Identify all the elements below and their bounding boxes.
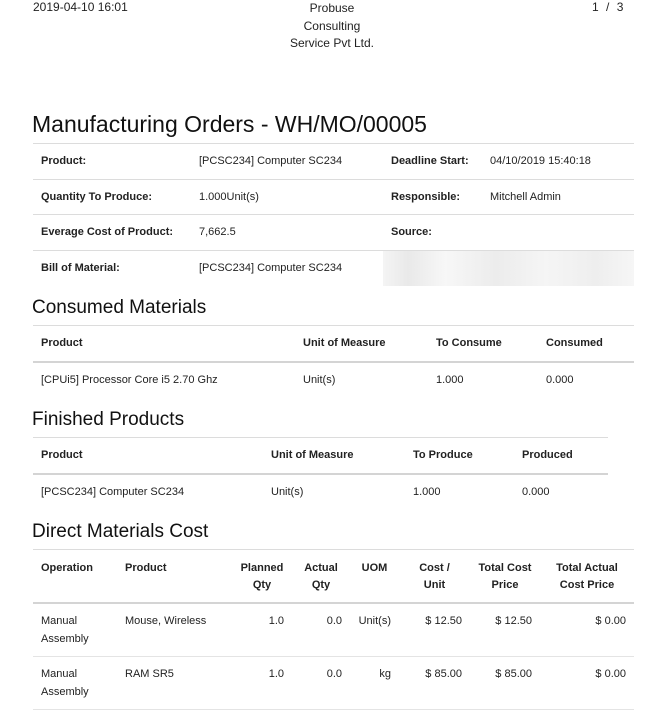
column-header: Unit of Measure xyxy=(295,325,428,363)
info-row: Quantity To Produce: 1.000Unit(s) Respon… xyxy=(33,179,634,215)
info-row: Everage Cost of Product: 7,662.5 Source: xyxy=(33,214,634,251)
cell-total-cost: $ 85.00 xyxy=(470,656,540,710)
cell-to-consume: 1.000 xyxy=(436,374,464,386)
consumed-section-title: Consumed Materials xyxy=(32,297,207,318)
header-line: Cost / xyxy=(419,562,450,574)
cell-consumed: 0.000 xyxy=(546,374,574,386)
product-value: [PCSC234] Computer SC234 xyxy=(199,155,343,167)
column-header: Consumed xyxy=(538,325,634,363)
column-header: Product xyxy=(33,325,295,363)
direct-cost-table: Operation Product Planned Qty Actual Qty U… xyxy=(33,549,634,710)
column-header-uom: UOM xyxy=(350,549,399,604)
page-separator: / xyxy=(606,0,610,14)
header-line: Total Cost xyxy=(478,562,532,574)
responsible-value: Mitchell Admin xyxy=(490,190,561,203)
header-line: Actual xyxy=(304,562,338,574)
cell-product: [PCSC234] Computer SC234 xyxy=(41,486,185,498)
operation-line: Assembly xyxy=(41,685,89,698)
print-datetime: 2019-04-10 16:01 xyxy=(33,0,128,14)
info-row: Product: [PCSC234] Computer SC234 Deadli… xyxy=(33,143,634,180)
table-header-row: Product Unit of Measure To Produce Produ… xyxy=(33,437,608,475)
table-row: [PCSC234] Computer SC234 Unit(s) 1.000 0… xyxy=(33,474,608,510)
cell-planned-qty: 1.0 xyxy=(232,603,292,657)
cell-uom: Unit(s) xyxy=(350,603,399,657)
cell-product: RAM SR5 xyxy=(117,656,232,710)
cell-operation: Manual Assembly xyxy=(33,603,117,657)
quantity-value: 1.000Unit(s) xyxy=(199,190,259,203)
cell-product: Mouse, Wireless xyxy=(117,603,232,657)
header-line: Unit xyxy=(423,579,446,591)
company-name-line: Probuse xyxy=(309,1,355,15)
source-value xyxy=(490,215,634,251)
column-header: Product xyxy=(33,437,263,475)
table-header-row: Operation Product Planned Qty Actual Qty U… xyxy=(33,549,634,604)
column-header-product: Product xyxy=(117,549,232,604)
column-header-total-cost: Total Cost Price xyxy=(470,549,540,604)
cost-value: 7,662.5 xyxy=(199,226,236,238)
company-name-line: Service Pvt Ltd. xyxy=(289,36,375,50)
table-row: Manual Assembly Mouse, Wireless 1.0 0.0 U… xyxy=(33,603,634,657)
cell-total-cost: $ 12.50 xyxy=(470,603,540,657)
cell-total-actual: $ 0.00 xyxy=(540,603,634,657)
blurred-region xyxy=(383,250,634,286)
cell-operation: Manual Assembly xyxy=(33,656,117,710)
table-row: Manual Assembly RAM SR5 1.0 0.0 kg $ 85.0… xyxy=(33,656,634,710)
company-name: Probuse Consulting Service Pvt Ltd. xyxy=(272,0,392,53)
cost-label: Everage Cost of Product: xyxy=(41,226,174,238)
operation-line: Manual xyxy=(41,668,78,680)
header-line: Qty xyxy=(252,579,272,591)
cell-uom: kg xyxy=(350,656,399,710)
info-row: Bill of Material: [PCSC234] Computer SC2… xyxy=(33,250,634,286)
order-info-table: Product: [PCSC234] Computer SC234 Deadli… xyxy=(33,143,634,286)
cell-actual-qty: 0.0 xyxy=(292,656,350,710)
finished-section-title: Finished Products xyxy=(32,409,185,430)
column-header-actual-qty: Actual Qty xyxy=(292,549,350,604)
cost-section-title: Direct Materials Cost xyxy=(32,521,209,542)
column-header-total-actual: Total Actual Cost Price xyxy=(540,549,634,604)
cell-produced: 0.000 xyxy=(522,486,550,498)
cell-actual-qty: 0.0 xyxy=(292,603,350,657)
table-header-row: Product Unit of Measure To Consume Consu… xyxy=(33,325,634,363)
column-header: Unit of Measure xyxy=(263,437,405,475)
cell-uom: Unit(s) xyxy=(271,486,304,498)
column-header-planned-qty: Planned Qty xyxy=(232,549,292,604)
header-line: Total Actual xyxy=(556,562,618,574)
column-header: Produced xyxy=(514,437,608,475)
cell-uom: Unit(s) xyxy=(303,374,336,386)
header-line: Price xyxy=(491,579,519,591)
responsible-label: Responsible: xyxy=(391,190,461,203)
page-total: 3 xyxy=(616,0,624,14)
column-header: To Produce xyxy=(405,437,514,475)
product-label: Product: xyxy=(41,155,87,167)
deadline-value: 04/10/2019 15:40:18 xyxy=(490,155,591,167)
bom-label: Bill of Material: xyxy=(41,261,120,274)
quantity-label: Quantity To Produce: xyxy=(41,190,153,203)
header-line: Planned xyxy=(240,562,284,574)
operation-line: Manual xyxy=(41,615,78,627)
cell-planned-qty: 1.0 xyxy=(232,656,292,710)
cell-total-actual: $ 0.00 xyxy=(540,656,634,710)
deadline-label: Deadline Start: xyxy=(391,155,469,167)
header-line: Cost Price xyxy=(559,579,615,591)
cell-cost-unit: $ 12.50 xyxy=(399,603,470,657)
source-label: Source: xyxy=(391,226,432,238)
cell-to-produce: 1.000 xyxy=(413,486,441,498)
cell-product: [CPUi5] Processor Core i5 2.70 Ghz xyxy=(41,374,218,386)
page-current: 1 xyxy=(592,0,599,14)
company-name-line: Consulting xyxy=(303,18,361,33)
column-header: To Consume xyxy=(428,325,538,363)
table-row: [CPUi5] Processor Core i5 2.70 Ghz Unit(… xyxy=(33,362,634,398)
cell-cost-unit: $ 85.00 xyxy=(399,656,470,710)
header-line: Qty xyxy=(311,579,331,591)
consumed-table: Product Unit of Measure To Consume Consu… xyxy=(33,325,634,398)
column-header-operation: Operation xyxy=(33,549,117,604)
finished-table: Product Unit of Measure To Produce Produ… xyxy=(33,437,608,510)
page-counter: 1 / 3 xyxy=(590,0,625,14)
page-title: Manufacturing Orders - WH/MO/00005 xyxy=(32,111,427,137)
bom-value: [PCSC234] Computer SC234 xyxy=(199,261,343,274)
column-header-cost-unit: Cost / Unit xyxy=(399,549,470,604)
operation-line: Assembly xyxy=(41,632,89,645)
